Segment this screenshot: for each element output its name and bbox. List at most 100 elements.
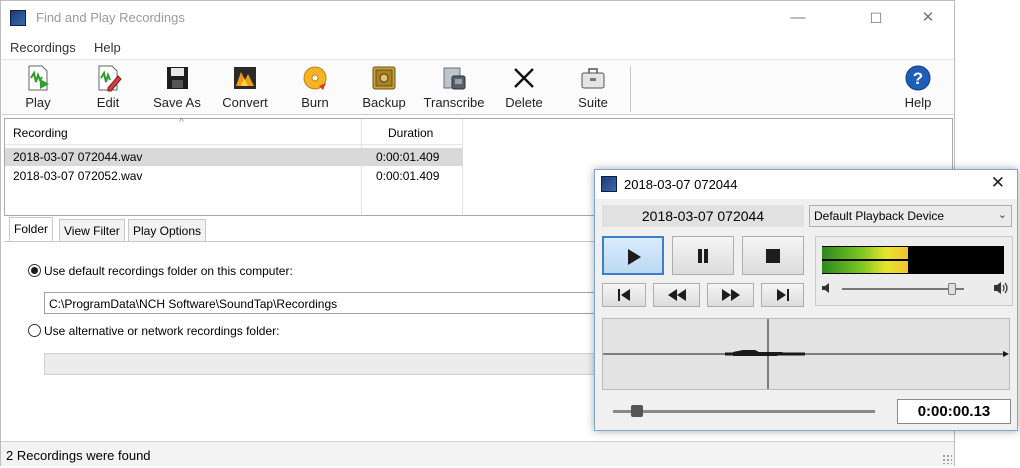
default-folder-label: Use default recordings folder on this co… xyxy=(44,264,293,278)
stop-icon xyxy=(766,249,780,263)
volume-high-icon xyxy=(994,282,1008,294)
column-header-recording[interactable]: Recording xyxy=(13,126,68,140)
rewind-button[interactable] xyxy=(653,283,700,307)
level-meter-right-bar xyxy=(822,261,908,273)
tab-folder[interactable]: Folder xyxy=(9,217,54,241)
burn-button[interactable]: Burn xyxy=(298,64,332,114)
playback-device-value: Default Playback Device xyxy=(814,209,945,223)
recording-name: 2018-03-07 072052.wav xyxy=(13,169,143,183)
level-meter-left-bar xyxy=(822,247,908,259)
briefcase-icon xyxy=(581,68,605,89)
default-folder-radio[interactable] xyxy=(28,264,41,277)
recording-duration: 0:00:01.409 xyxy=(376,169,440,183)
convert-label: Convert xyxy=(222,95,268,110)
suite-label: Suite xyxy=(578,95,608,110)
edit-label: Edit xyxy=(96,95,120,110)
alt-folder-path-field[interactable] xyxy=(44,353,604,375)
default-folder-path-field[interactable]: C:\ProgramData\NCH Software\SoundTap\Rec… xyxy=(44,292,604,314)
save-as-button[interactable]: Save As xyxy=(152,64,202,114)
play-icon xyxy=(628,249,641,265)
player-pause-button[interactable] xyxy=(672,236,734,275)
transcribe-label: Transcribe xyxy=(423,95,485,110)
tab-view-filter[interactable]: View Filter xyxy=(59,219,125,241)
volume-slider-track[interactable] xyxy=(842,288,964,290)
maximize-button[interactable]: ☐ xyxy=(853,5,899,31)
save-as-label: Save As xyxy=(153,95,201,110)
title-bar: Find and Play Recordings — ☐ ✕ xyxy=(1,1,954,35)
alt-folder-label: Use alternative or network recordings fo… xyxy=(44,324,280,338)
volume-slider-thumb[interactable] xyxy=(948,283,956,295)
volume-low-icon xyxy=(822,283,829,293)
sort-caret-icon: ^ xyxy=(179,117,184,128)
delete-button[interactable]: Delete xyxy=(502,64,546,114)
rewind-icon xyxy=(667,289,686,301)
playback-time-display: 0:00:00.13 xyxy=(897,399,1011,424)
player-title-bar: 2018-03-07 072044 ✕ xyxy=(595,170,1017,199)
pause-icon xyxy=(698,249,708,263)
resize-grip-icon[interactable] xyxy=(942,454,952,464)
burn-label: Burn xyxy=(301,95,329,110)
player-play-button[interactable] xyxy=(602,236,664,275)
fast-forward-icon xyxy=(721,289,740,301)
player-app-icon xyxy=(601,176,617,192)
playback-device-select[interactable]: Default Playback Device ⌄ xyxy=(809,205,1012,227)
help-button[interactable]: ? Help xyxy=(900,64,936,114)
waveform-graphic xyxy=(603,319,1009,389)
delete-label: Delete xyxy=(505,95,543,110)
menu-help[interactable]: Help xyxy=(94,40,121,55)
suite-button[interactable]: Suite xyxy=(575,64,611,114)
skip-start-icon xyxy=(618,289,630,301)
play-button[interactable]: Play xyxy=(20,64,56,114)
safe-icon xyxy=(372,66,396,90)
status-text: 2 Recordings were found xyxy=(6,448,151,463)
menu-recordings[interactable]: Recordings xyxy=(10,40,76,55)
waveform-view[interactable] xyxy=(602,318,1010,390)
status-bar: 2 Recordings were found xyxy=(1,441,954,466)
recording-duration: 0:00:01.409 xyxy=(376,150,440,164)
player-close-button[interactable]: ✕ xyxy=(991,173,1005,193)
list-row[interactable]: 2018-03-07 072052.wav 0:00:01.409 xyxy=(5,167,463,185)
player-file-label: 2018-03-07 072044 xyxy=(602,205,804,227)
minimize-button[interactable]: — xyxy=(775,5,821,31)
list-header: ^ Recording Duration xyxy=(5,117,463,145)
menu-bar: Recordings Help xyxy=(1,37,954,59)
player-title: 2018-03-07 072044 xyxy=(624,177,738,192)
help-question-icon: ? xyxy=(905,65,931,91)
disc-icon xyxy=(303,66,327,90)
toolbar-separator xyxy=(630,66,631,112)
skip-to-end-button[interactable] xyxy=(761,283,804,307)
player-window: 2018-03-07 072044 ✕ 2018-03-07 072044 De… xyxy=(594,169,1018,431)
window-title: Find and Play Recordings xyxy=(36,10,185,25)
seek-slider-track[interactable] xyxy=(613,410,875,413)
edit-button[interactable]: Edit xyxy=(90,64,126,114)
column-header-duration[interactable]: Duration xyxy=(388,126,433,140)
list-row[interactable]: 2018-03-07 072044.wav 0:00:01.409 xyxy=(5,148,463,166)
play-label: Play xyxy=(25,95,51,110)
play-file-icon xyxy=(28,65,49,91)
seek-slider-thumb[interactable] xyxy=(631,405,643,417)
app-icon xyxy=(10,10,26,26)
player-stop-button[interactable] xyxy=(742,236,804,275)
floppy-disk-icon xyxy=(167,67,188,89)
skip-end-icon xyxy=(776,289,789,301)
level-meter xyxy=(822,246,1004,274)
delete-x-icon xyxy=(514,68,534,88)
transcribe-button[interactable]: Transcribe xyxy=(422,64,486,114)
backup-button[interactable]: Backup xyxy=(360,64,408,114)
edit-file-icon xyxy=(98,65,122,92)
level-meter-panel xyxy=(815,236,1013,306)
skip-to-start-button[interactable] xyxy=(602,283,646,307)
toolbar: Play Edit Save As Convert Burn Backup Tr… xyxy=(2,59,954,115)
convert-button[interactable]: Convert xyxy=(220,64,270,114)
chevron-down-icon: ⌄ xyxy=(997,209,1007,221)
fast-forward-button[interactable] xyxy=(707,283,754,307)
alt-folder-radio[interactable] xyxy=(28,324,41,337)
backup-label: Backup xyxy=(362,95,406,110)
close-button[interactable]: ✕ xyxy=(905,5,951,31)
help-label: Help xyxy=(904,95,932,110)
recording-name: 2018-03-07 072044.wav xyxy=(13,150,143,164)
convert-icon xyxy=(234,67,256,89)
tab-play-options[interactable]: Play Options xyxy=(128,219,207,241)
svg-text:?: ? xyxy=(913,69,923,88)
transcribe-icon xyxy=(443,67,466,90)
